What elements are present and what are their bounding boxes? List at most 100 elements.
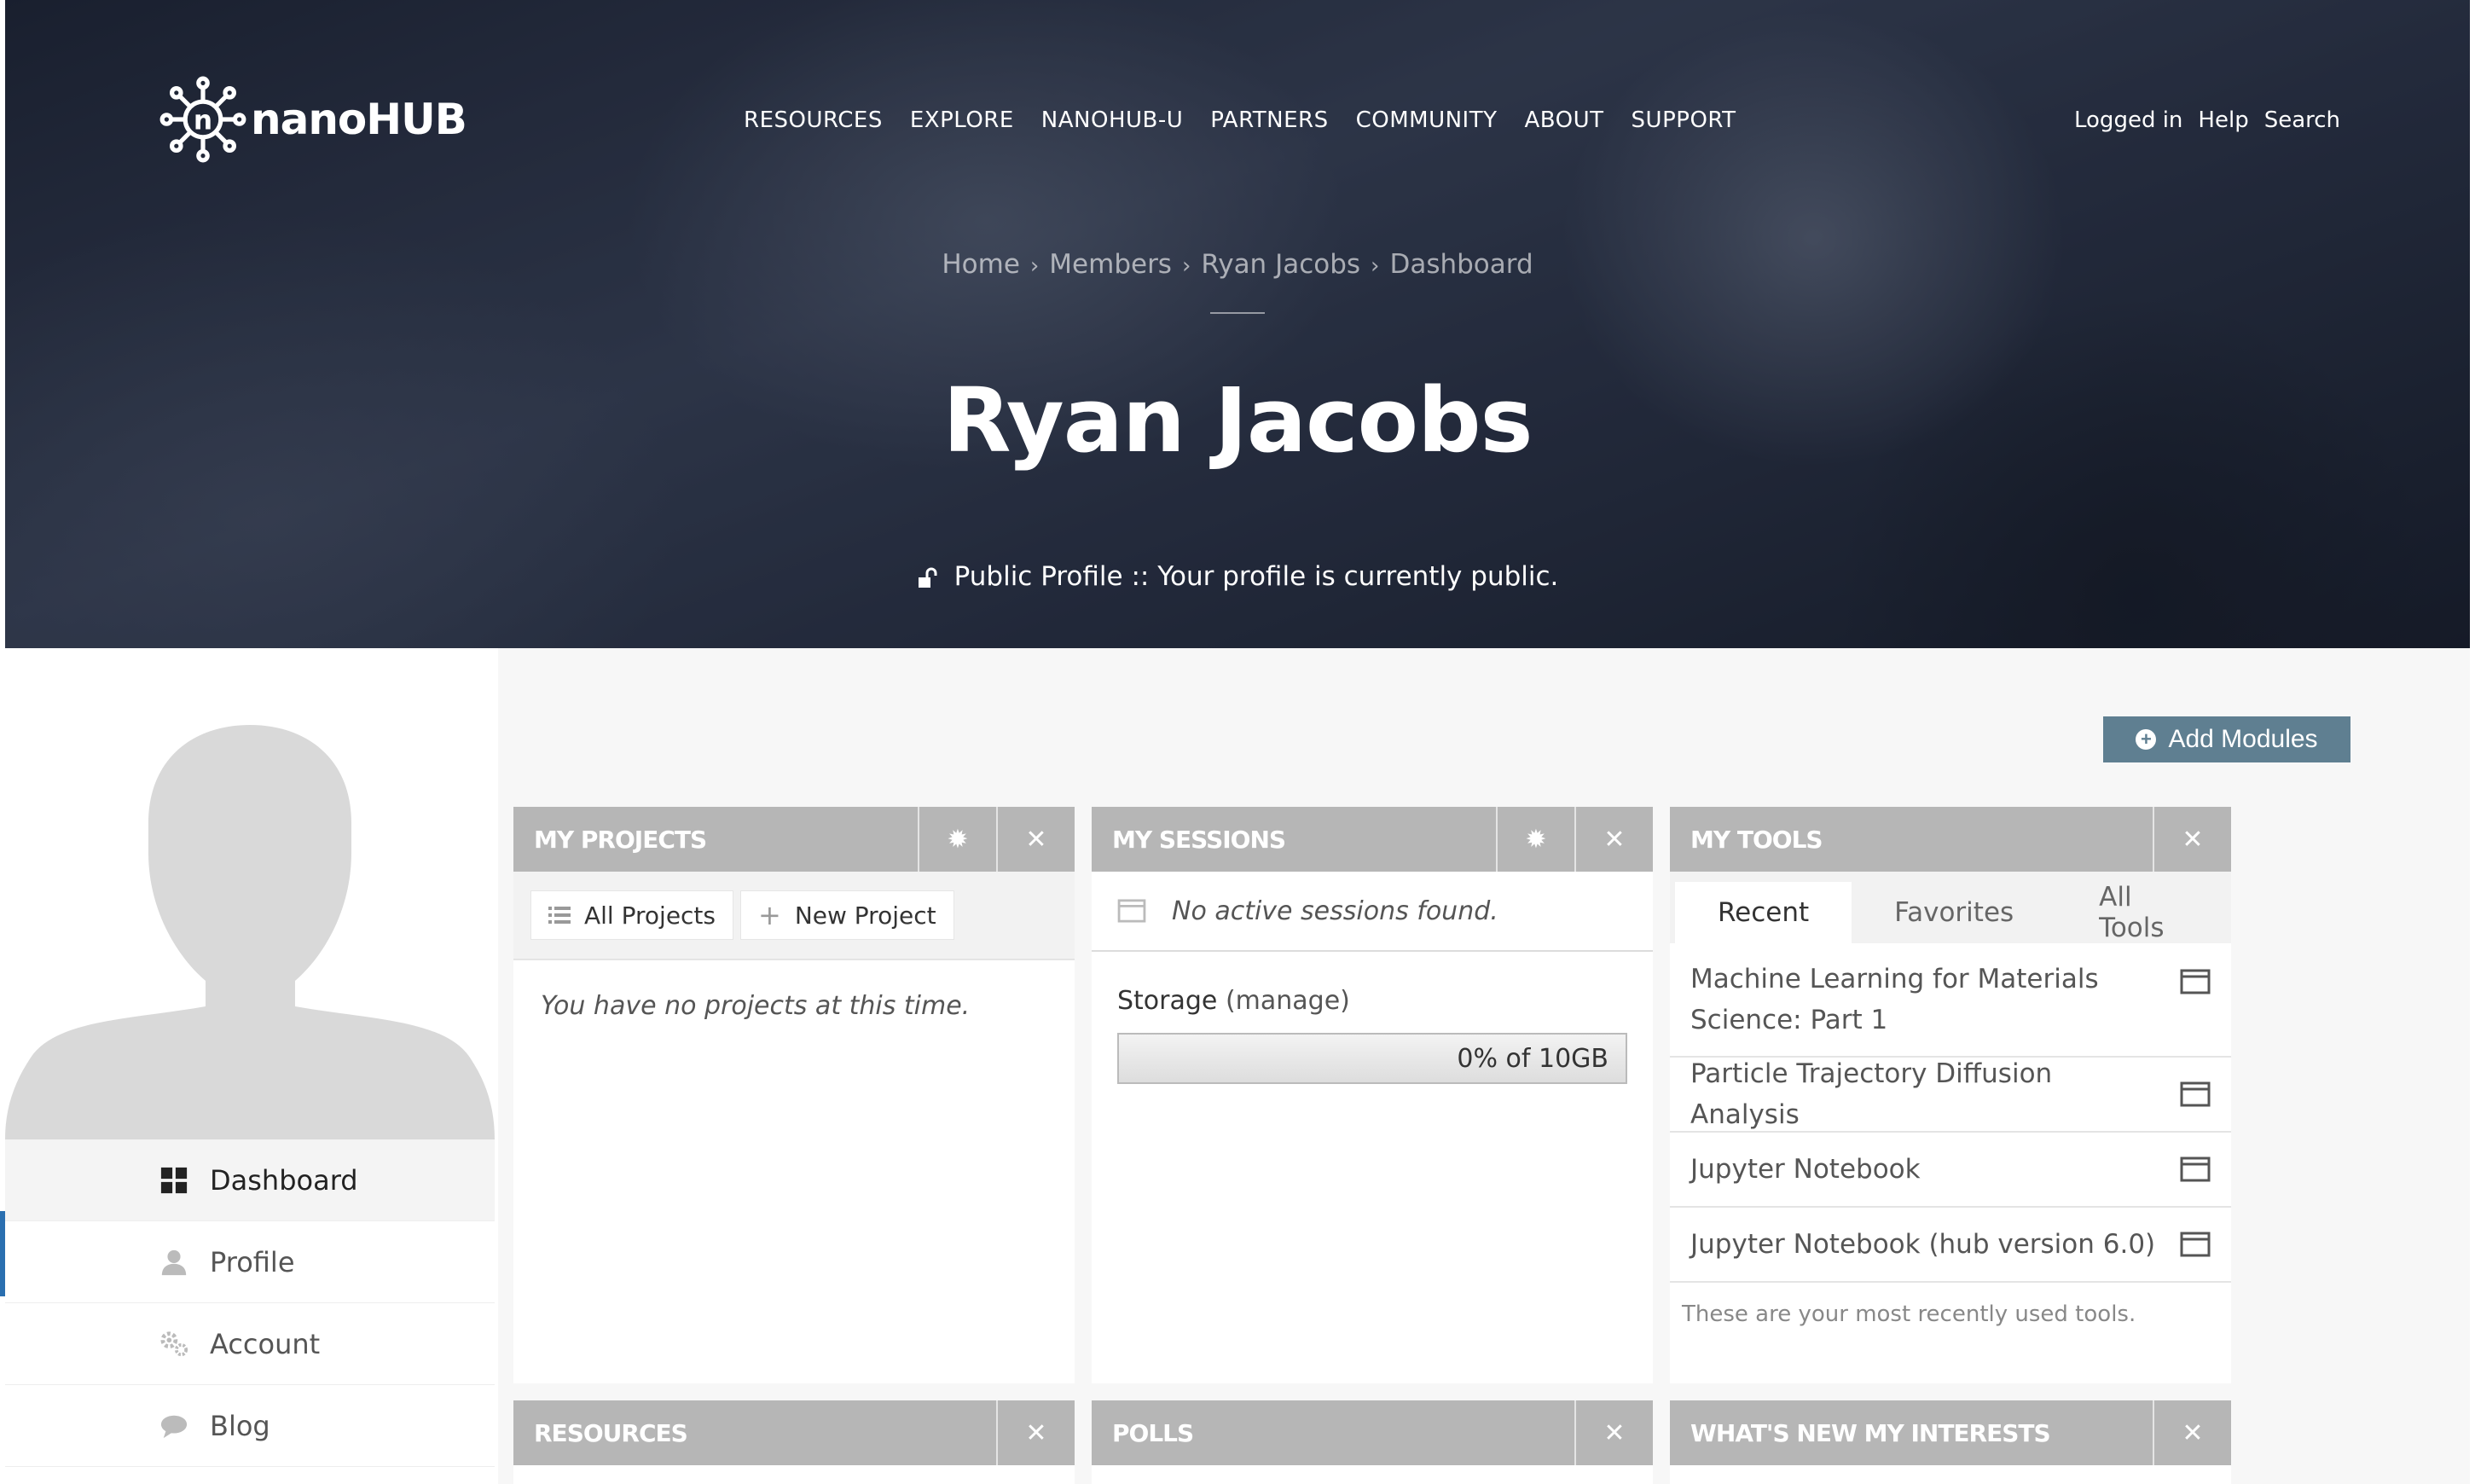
unlock-icon — [918, 567, 937, 588]
close-icon: ✕ — [1025, 1417, 1047, 1448]
module-title: MY PROJECTS — [534, 825, 707, 854]
page-title: Ryan Jacobs — [942, 368, 1533, 472]
module-close-button[interactable]: ✕ — [996, 1400, 1075, 1465]
site-logo[interactable]: n nanoHUB — [159, 75, 467, 164]
user-nav: Logged in Help Search — [2074, 107, 2340, 133]
sidebar-item-blog[interactable]: Blog — [5, 1385, 495, 1467]
breadcrumb-separator: › — [1029, 253, 1040, 279]
default-avatar-icon — [5, 725, 495, 1139]
storage-label: Storage (manage) — [1092, 952, 1653, 1016]
breadcrumb-home[interactable]: Home — [942, 249, 1020, 280]
member-sidebar: Dashboard Profile Account Blog — [5, 648, 495, 1484]
list-icon — [548, 907, 571, 924]
nav-explore[interactable]: EXPLORE — [910, 107, 1014, 133]
nav-support[interactable]: SUPPORT — [1632, 107, 1736, 133]
nav-community[interactable]: COMMUNITY — [1356, 107, 1498, 133]
tool-item[interactable]: Jupyter Notebook — [1670, 1133, 2231, 1208]
nav-about[interactable]: ABOUT — [1525, 107, 1604, 133]
close-icon: ✕ — [1025, 824, 1047, 855]
dashboard-area: + Add Modules MY PROJECTS ✹ ✕ All Projec… — [498, 648, 2470, 1484]
sidebar-item-profile[interactable]: Profile — [5, 1221, 495, 1303]
tools-tabs: Recent Favorites All Tools — [1670, 872, 2231, 943]
sidebar-item-label: Blog — [210, 1409, 270, 1442]
gears-icon — [159, 1329, 189, 1359]
launch-window-icon[interactable] — [2180, 1156, 2211, 1182]
sidebar-item-account[interactable]: Account — [5, 1303, 495, 1385]
dashboard-icon — [159, 1165, 189, 1196]
gear-icon: ✹ — [947, 824, 969, 855]
avatar — [5, 725, 495, 1139]
add-modules-label: Add Modules — [2168, 725, 2318, 753]
close-icon: ✕ — [2182, 1417, 2204, 1448]
tab-recent[interactable]: Recent — [1675, 882, 1852, 943]
tool-name: Jupyter Notebook (hub version 6.0) — [1690, 1229, 2156, 1260]
module-header: RESOURCES ✕ — [513, 1400, 1075, 1465]
tool-name: Machine Learning for Materials Science: … — [1690, 964, 2099, 1035]
module-settings-button[interactable]: ✹ — [918, 807, 996, 872]
tool-name: Jupyter Notebook — [1690, 1154, 1921, 1185]
storage-value: 0% of 10GB — [1457, 1043, 1608, 1074]
module-close-button[interactable]: ✕ — [1574, 807, 1653, 872]
module-title: MY TOOLS — [1690, 825, 1823, 854]
new-project-label: New Project — [794, 901, 936, 930]
all-projects-button[interactable]: All Projects — [530, 890, 733, 940]
module-whats-new: WHAT'S NEW MY INTERESTS ✕ — [1670, 1400, 2231, 1484]
storage-title: Storage — [1117, 986, 1218, 1016]
svg-text:n: n — [194, 105, 212, 136]
nav-nanohub-u[interactable]: NANOHUB-U — [1041, 107, 1183, 133]
public-profile-status: Public Profile :: Your profile is curren… — [5, 561, 2470, 592]
module-settings-button[interactable]: ✹ — [1496, 807, 1574, 872]
add-modules-button[interactable]: + Add Modules — [2103, 716, 2350, 762]
close-icon: ✕ — [2182, 824, 2204, 855]
logged-in-link[interactable]: Logged in — [2074, 107, 2182, 133]
tools-note: These are your most recently used tools. — [1682, 1301, 2136, 1327]
tool-name: Particle Trajectory Diffusion Analysis — [1690, 1058, 2053, 1130]
module-close-button[interactable]: ✕ — [1574, 1400, 1653, 1465]
module-title: WHAT'S NEW MY INTERESTS — [1690, 1418, 2051, 1447]
nav-partners[interactable]: PARTNERS — [1210, 107, 1328, 133]
gear-icon: ✹ — [1525, 824, 1547, 855]
tool-item[interactable]: Jupyter Notebook (hub version 6.0) — [1670, 1208, 2231, 1283]
module-header: WHAT'S NEW MY INTERESTS ✕ — [1670, 1400, 2231, 1465]
module-header: MY TOOLS ✕ — [1670, 807, 2231, 872]
sidebar-item-dashboard[interactable]: Dashboard — [5, 1139, 495, 1221]
profile-hero: n nanoHUB RESOURCES EXPLORE NANOHUB-U PA… — [5, 0, 2470, 648]
breadcrumb-current: Dashboard — [1389, 249, 1533, 280]
tab-favorites[interactable]: Favorites — [1852, 882, 2056, 943]
module-my-sessions: MY SESSIONS ✹ ✕ No active sessions found… — [1092, 807, 1653, 1383]
plus-circle-icon: + — [2136, 729, 2157, 750]
sessions-empty-row: No active sessions found. — [1092, 872, 1653, 952]
new-project-button[interactable]: + New Project — [740, 890, 954, 940]
tab-all-tools[interactable]: All Tools — [2056, 882, 2231, 943]
module-close-button[interactable]: ✕ — [2153, 807, 2231, 872]
sessions-empty-message: No active sessions found. — [1172, 896, 1498, 926]
sidebar-item-label: Profile — [210, 1245, 295, 1278]
launch-window-icon[interactable] — [2180, 1232, 2211, 1257]
module-close-button[interactable]: ✕ — [996, 807, 1075, 872]
help-link[interactable]: Help — [2198, 107, 2248, 133]
breadcrumb-member[interactable]: Ryan Jacobs — [1201, 249, 1360, 280]
speech-bubble-icon — [159, 1411, 189, 1441]
nav-resources[interactable]: RESOURCES — [744, 107, 883, 133]
breadcrumb-divider — [1210, 312, 1265, 314]
main-nav: RESOURCES EXPLORE NANOHUB-U PARTNERS COM… — [744, 107, 1736, 133]
storage-meter: 0% of 10GB — [1117, 1033, 1627, 1084]
breadcrumb-members[interactable]: Members — [1049, 249, 1172, 280]
projects-empty-message: You have no projects at this time. — [541, 991, 971, 1021]
storage-manage-link[interactable]: (manage) — [1226, 986, 1350, 1016]
launch-window-icon[interactable] — [2180, 1081, 2211, 1107]
person-icon — [159, 1247, 189, 1278]
breadcrumb: Home › Members › Ryan Jacobs › Dashboard — [5, 249, 2470, 280]
window-icon — [1117, 899, 1146, 923]
search-link[interactable]: Search — [2264, 107, 2340, 133]
tool-item[interactable]: Particle Trajectory Diffusion Analysis — [1670, 1058, 2231, 1133]
module-close-button[interactable]: ✕ — [2153, 1400, 2231, 1465]
tool-item[interactable]: Machine Learning for Materials Science: … — [1670, 943, 2231, 1058]
sidebar-item-label: Dashboard — [210, 1163, 358, 1197]
sidebar-menu: Dashboard Profile Account Blog — [5, 1139, 495, 1467]
projects-toolbar: All Projects + New Project — [513, 872, 1075, 960]
breadcrumb-separator: › — [1371, 253, 1380, 279]
module-header: MY SESSIONS ✹ ✕ — [1092, 807, 1653, 872]
plus-icon: + — [758, 899, 781, 931]
launch-window-icon[interactable] — [2180, 969, 2211, 994]
